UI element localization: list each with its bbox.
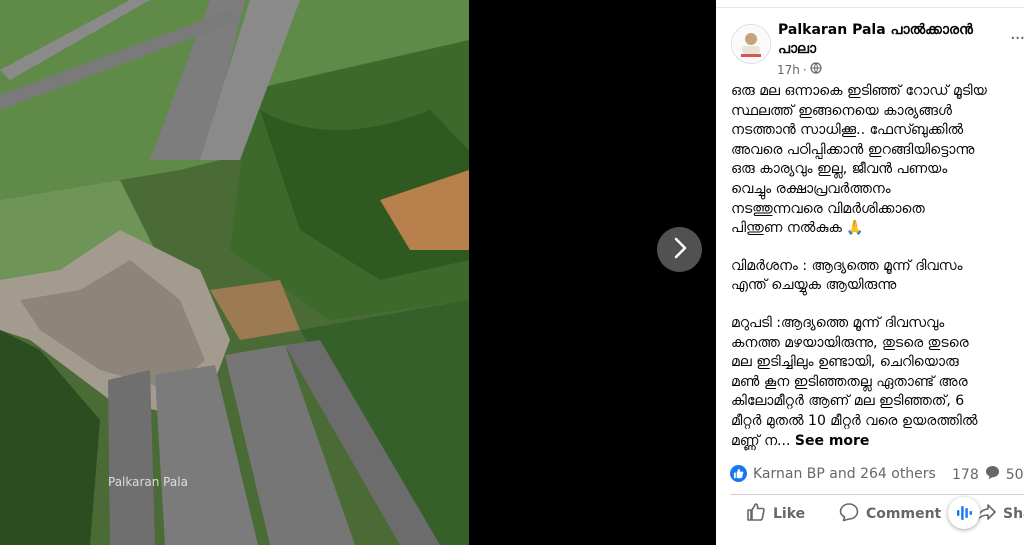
post-paragraph: മറുപടി :ആദ്യത്തെ മൂന്ന് ദിവസവും കനത്ത മഴ…	[731, 314, 978, 449]
more-options-button[interactable]: ···	[1010, 28, 1024, 49]
sound-wave-icon[interactable]	[948, 497, 980, 529]
comments-count[interactable]: 178	[952, 467, 979, 483]
top-divider	[716, 7, 1024, 8]
comment-button[interactable]: Comment	[839, 501, 941, 527]
post-side-panel: Palkaran Pala പാൽക്കാരൻ പാലാ 17h · ··· ഒ…	[716, 0, 1024, 545]
comment-icon	[839, 502, 859, 526]
post-author[interactable]: Palkaran Pala പാൽക്കാരൻ പാലാ	[778, 21, 1008, 59]
post-text: ഒരു മല ഒന്നാകെ ഇടിഞ്ഞ് റോഡ് മൂടിയ സ്ഥലത്…	[731, 82, 1024, 469]
globe-icon	[810, 62, 822, 77]
comment-bubble-icon	[985, 465, 1000, 484]
actions-divider	[730, 494, 1024, 495]
next-photo-button[interactable]	[657, 227, 702, 272]
post-paragraph: ഒരു മല ഒന്നാകെ ഇടിഞ്ഞ് റോഡ് മൂടിയ സ്ഥലത്…	[731, 83, 987, 237]
reactions-text: Karnan BP and 264 others	[753, 465, 936, 482]
post-meta: 17h ·	[777, 62, 822, 77]
thumbs-up-icon	[746, 502, 766, 526]
engagement-counts: 178 50	[952, 465, 1024, 484]
photo-watermark: Palkaran Pala	[108, 475, 188, 489]
post-time[interactable]: 17h	[777, 63, 800, 77]
chevron-right-icon	[672, 237, 688, 263]
like-reaction-icon	[730, 465, 747, 482]
shares-count[interactable]: 50	[1006, 467, 1024, 483]
like-button[interactable]: Like	[746, 501, 805, 527]
see-more-link[interactable]: See more	[795, 433, 870, 449]
post-paragraph: വിമർശനം : ആദ്യത്തെ മൂന്ന് ദിവസം എന്ത് ചെ…	[731, 257, 963, 294]
avatar[interactable]	[731, 24, 771, 64]
reactions-summary[interactable]: Karnan BP and 264 others	[730, 465, 936, 482]
share-button[interactable]: Share	[976, 501, 1024, 527]
post-photo[interactable]: Palkaran Pala	[0, 0, 469, 545]
photo-viewer: Palkaran Pala	[0, 0, 716, 545]
